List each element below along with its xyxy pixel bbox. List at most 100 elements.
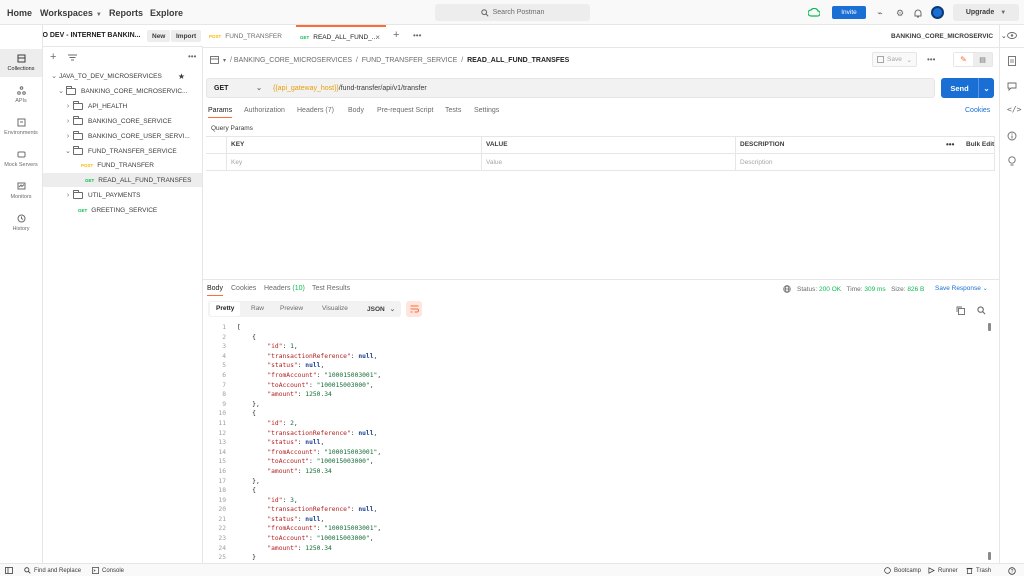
more-icon[interactable]: ••• bbox=[946, 140, 954, 149]
rail-collections[interactable]: Collections bbox=[0, 49, 42, 77]
chevron-down-icon: ▼ bbox=[1000, 9, 1007, 16]
tab-settings[interactable]: Settings bbox=[474, 107, 499, 114]
find-replace-button[interactable]: Find and Replace bbox=[24, 567, 81, 574]
tree-folder-fund-transfer-service[interactable]: ⌄ FUND_TRANSFER_SERVICE bbox=[63, 144, 177, 158]
scrollbar-thumb[interactable] bbox=[988, 323, 991, 331]
send-button[interactable]: Send ⌄ bbox=[941, 78, 994, 98]
bootcamp-button[interactable]: Bootcamp bbox=[884, 567, 921, 574]
lightbulb-icon[interactable] bbox=[1007, 156, 1017, 167]
cookies-link[interactable]: Cookies bbox=[965, 107, 990, 114]
new-tab-icon[interactable]: + bbox=[393, 29, 399, 41]
add-icon[interactable]: + bbox=[50, 51, 56, 63]
response-tab-cookies[interactable]: Cookies bbox=[231, 285, 256, 292]
notifications-icon[interactable] bbox=[912, 7, 924, 19]
breadcrumb-collection[interactable]: BANKING_CORE_MICROSERVICES bbox=[234, 57, 352, 64]
tree-folder-api-health[interactable]: › API_HEALTH bbox=[63, 99, 127, 113]
documentation-icon[interactable] bbox=[1008, 56, 1016, 66]
pencil-icon[interactable]: ✎ bbox=[954, 53, 973, 66]
tree-request-fund-transfer[interactable]: POST FUND_TRANSFER bbox=[81, 158, 154, 172]
comments-icon[interactable] bbox=[1007, 82, 1017, 91]
tree-folder-banking-core-microservices[interactable]: ⌄ BANKING_CORE_MICROSERVIC... bbox=[56, 84, 187, 98]
more-icon[interactable]: ••• bbox=[413, 31, 421, 40]
runner-button[interactable]: Runner bbox=[928, 567, 958, 574]
console-button[interactable]: Console bbox=[92, 567, 124, 574]
rail-mock-servers[interactable]: Mock Servers bbox=[0, 145, 42, 173]
breadcrumb-request[interactable]: READ_ALL_FUND_TRANSFES bbox=[467, 57, 569, 64]
response-tab-body[interactable]: Body bbox=[207, 285, 223, 292]
code-line: 5 "status": null, bbox=[208, 361, 988, 371]
response-tab-test-results[interactable]: Test Results bbox=[312, 285, 350, 292]
collection-row[interactable]: ⌄ JAVA_TO_DEV_MICROSERVICES ★ bbox=[49, 69, 199, 83]
status-value: 200 OK bbox=[819, 285, 842, 293]
tree-folder-banking-core-user-service[interactable]: › BANKING_CORE_USER_SERVI... bbox=[63, 129, 190, 143]
search-input[interactable]: Search Postman bbox=[435, 4, 590, 21]
tab-headers[interactable]: Headers (7) bbox=[297, 107, 334, 114]
docs-icon[interactable]: ▤ bbox=[973, 53, 992, 66]
response-body-editor[interactable]: 1[2 {3 "id": 1, 4 "transactionReference":… bbox=[208, 323, 988, 563]
new-button[interactable]: New bbox=[147, 30, 171, 42]
star-icon[interactable]: ★ bbox=[178, 72, 185, 81]
tree-item-label: API_HEALTH bbox=[88, 102, 128, 110]
sync-icon[interactable] bbox=[808, 7, 820, 19]
rail-apis[interactable]: APIs bbox=[0, 81, 42, 109]
tab-read-all-fund-transfes[interactable]: GET READ_ALL_FUND_... × bbox=[296, 25, 386, 48]
nav-workspaces[interactable]: Workspaces ▼ bbox=[40, 8, 102, 18]
format-visualize[interactable]: Visualize bbox=[322, 305, 348, 312]
save-button[interactable]: Save ⌄ bbox=[872, 52, 917, 67]
filter-icon[interactable] bbox=[68, 54, 77, 61]
description-input[interactable]: Description bbox=[740, 159, 773, 166]
chevron-down-icon[interactable]: ⌄ bbox=[979, 84, 994, 93]
rail-environments[interactable]: Environments bbox=[0, 113, 42, 141]
rail-monitors[interactable]: Monitors bbox=[0, 177, 42, 205]
environment-select[interactable]: BANKING_CORE_MICROSERVIC ⌄ bbox=[891, 32, 1007, 41]
tree-request-greeting-service[interactable]: GET GREETING_SERVICE bbox=[78, 203, 157, 217]
url-input[interactable]: {{api_gateway_host}}/fund-transfer/api/v… bbox=[266, 78, 935, 98]
tab-fund-transfer[interactable]: POST FUND_TRANSFER bbox=[205, 25, 295, 48]
tab-params[interactable]: Params bbox=[208, 107, 232, 114]
response-tab-headers[interactable]: Headers (10) bbox=[264, 285, 305, 292]
key-input[interactable]: Key bbox=[231, 159, 242, 166]
wrap-lines-button[interactable] bbox=[406, 301, 422, 317]
tree-folder-banking-core-service[interactable]: › BANKING_CORE_SERVICE bbox=[63, 114, 172, 128]
tab-body[interactable]: Body bbox=[348, 107, 364, 114]
format-raw[interactable]: Raw bbox=[251, 305, 264, 312]
nav-reports[interactable]: Reports bbox=[109, 8, 143, 18]
close-icon[interactable]: × bbox=[375, 33, 380, 42]
value-input[interactable]: Value bbox=[486, 159, 502, 166]
breadcrumb-folder[interactable]: FUND_TRANSFER_SERVICE bbox=[362, 57, 458, 64]
nav-home[interactable]: Home bbox=[7, 8, 32, 18]
rail-history[interactable]: History bbox=[0, 209, 42, 237]
tab-authorization[interactable]: Authorization bbox=[244, 107, 285, 114]
format-pretty[interactable]: Pretty bbox=[210, 302, 241, 316]
search-icon[interactable] bbox=[977, 306, 986, 315]
eye-icon[interactable] bbox=[1007, 32, 1017, 39]
upgrade-button[interactable]: Upgrade ▼ bbox=[953, 4, 1019, 21]
method-badge: POST bbox=[81, 162, 94, 168]
avatar[interactable] bbox=[931, 6, 944, 19]
view-toggle[interactable]: ✎ ▤ bbox=[953, 52, 993, 67]
tab-pre-request-script[interactable]: Pre-request Script bbox=[377, 107, 433, 114]
invite-button[interactable]: Invite bbox=[832, 6, 866, 19]
tree-request-read-all-fund-transfes[interactable]: GET READ_ALL_FUND_TRANSFES bbox=[43, 173, 202, 187]
tree-folder-util-payments[interactable]: › UTIL_PAYMENTS bbox=[63, 188, 141, 202]
save-response-button[interactable]: Save Response ⌄ bbox=[935, 285, 988, 292]
nav-explore[interactable]: Explore bbox=[150, 8, 183, 18]
satellite-icon[interactable]: ⌁ bbox=[874, 7, 886, 19]
scrollbar-thumb[interactable] bbox=[988, 552, 991, 560]
more-icon[interactable]: ••• bbox=[927, 55, 935, 64]
sidebar-toggle-icon[interactable] bbox=[5, 567, 13, 574]
info-icon[interactable] bbox=[1007, 131, 1017, 141]
help-icon[interactable]: ? bbox=[1008, 567, 1016, 575]
more-icon[interactable]: ••• bbox=[188, 52, 196, 61]
copy-icon[interactable] bbox=[956, 306, 965, 315]
language-select[interactable]: JSON ⌄ bbox=[362, 301, 401, 317]
line-number: 1 bbox=[222, 324, 226, 331]
format-preview[interactable]: Preview bbox=[280, 305, 303, 312]
runner-label: Runner bbox=[938, 567, 958, 574]
import-button[interactable]: Import bbox=[171, 30, 202, 42]
trash-button[interactable]: Trash bbox=[966, 567, 991, 574]
settings-icon[interactable]: ⚙ bbox=[894, 7, 906, 19]
code-icon[interactable]: </> bbox=[1007, 105, 1021, 114]
bulk-edit-link[interactable]: Bulk Edit bbox=[966, 141, 994, 148]
tab-tests[interactable]: Tests bbox=[445, 107, 461, 114]
